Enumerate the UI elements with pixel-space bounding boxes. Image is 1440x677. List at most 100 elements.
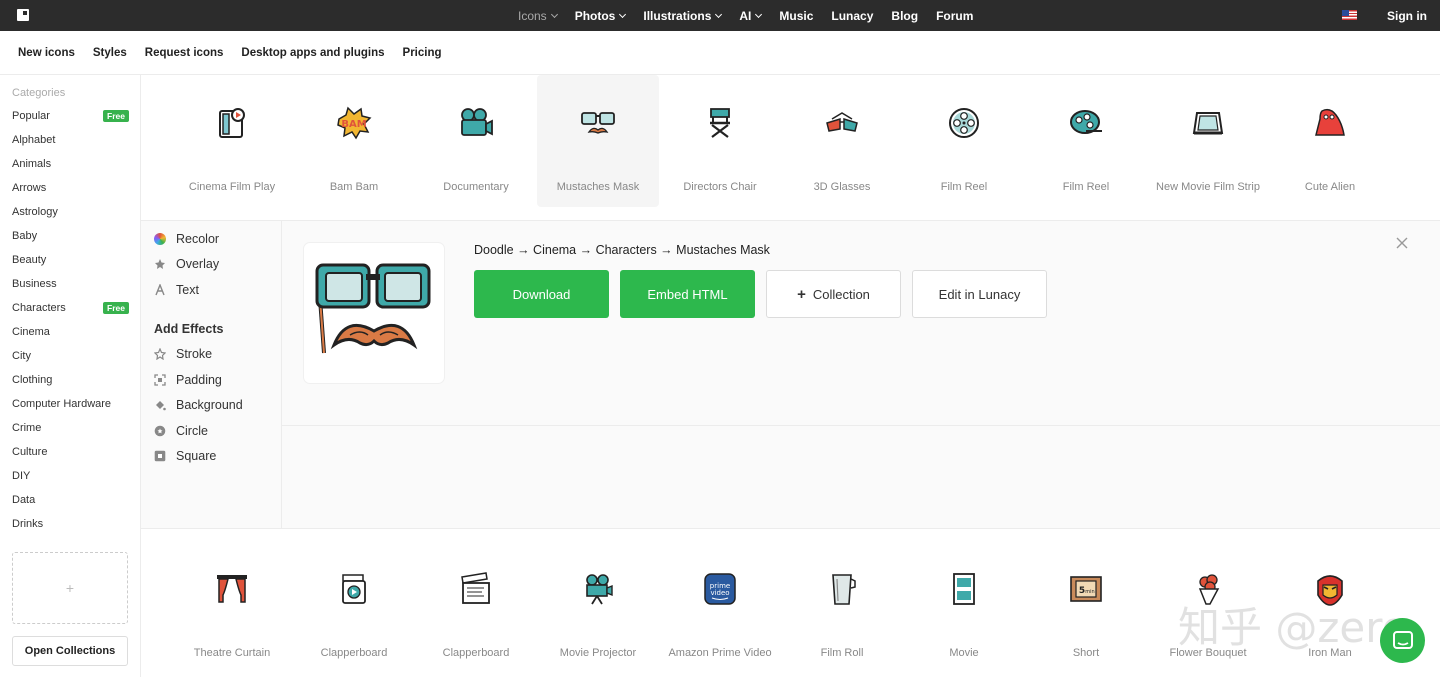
sidebar-item-label: Alphabet [12,134,56,146]
sidebar-item-characters[interactable]: Characters Free [12,302,129,314]
mustache-mask-icon [581,112,615,134]
subnav-request-icons[interactable]: Request icons [145,47,224,59]
sidebar-item-crime[interactable]: Crime [12,422,129,434]
bam-icon: BAM [337,106,372,140]
sidebar-item-computer-hardware[interactable]: Computer Hardware [12,398,129,410]
stroke-effect[interactable]: Stroke [153,347,212,361]
circle-effect[interactable]: Circle [154,424,208,438]
square-effect[interactable]: Square [154,449,216,463]
edit-in-lunacy-button[interactable]: Edit in Lunacy [912,270,1047,318]
color-wheel-icon [154,233,166,245]
recolor-tool[interactable]: Recolor [154,232,219,246]
subnav-desktop-apps[interactable]: Desktop apps and plugins [241,47,384,59]
svg-text:5: 5 [1079,586,1085,596]
sidebar-item-beauty[interactable]: Beauty [12,254,129,266]
text-tool[interactable]: Text [154,283,199,297]
chat-button[interactable] [1380,618,1425,663]
sidebar-item-astrology[interactable]: Astrology [12,206,129,218]
icon-label: 3D Glasses [813,181,871,193]
icon-card[interactable]: Movie [903,541,1025,673]
icon-label: Amazon Prime Video [668,647,772,659]
nav-forum[interactable]: Forum [936,9,973,23]
sidebar-item-baby[interactable]: Baby [12,230,129,242]
icon-label: Short [1072,647,1100,659]
sidebar-item-alphabet[interactable]: Alphabet [12,134,129,146]
subnav-pricing[interactable]: Pricing [403,47,442,59]
nav-ai[interactable]: AI [739,8,763,23]
sidebar-item-data[interactable]: Data [12,494,129,506]
text-icon [154,283,166,296]
sidebar-item-label: Culture [12,446,48,458]
sidebar-item-animals[interactable]: Animals [12,158,129,170]
embed-html-button[interactable]: Embed HTML [620,270,755,318]
us-flag-icon[interactable] [1342,10,1357,20]
icon-card[interactable]: 5 min Short [1025,541,1147,673]
icon-card[interactable]: Movie Projector [537,541,659,673]
sign-in-link[interactable]: Sign in [1387,9,1427,23]
sidebar-item-label: Baby [12,230,38,242]
subnav-styles[interactable]: Styles [93,47,127,59]
sidebar-item-arrows[interactable]: Arrows [12,182,129,194]
add-to-collection-button[interactable]: + Collection [766,270,901,318]
nav-blog[interactable]: Blog [891,9,918,23]
overlay-tool[interactable]: Overlay [154,257,219,271]
chevron-down-icon [715,10,723,18]
free-badge: Free [103,110,129,122]
sidebar-item-label: Cinema [12,326,50,338]
chat-icon [1392,630,1413,649]
icon-card[interactable]: Documentary [415,75,537,207]
nav-photos[interactable]: Photos [575,9,627,23]
icon-card[interactable]: 3D Glasses [781,75,903,207]
icon-card[interactable]: New Movie Film Strip [1147,75,1269,207]
sidebar-item-drinks[interactable]: Drinks [12,518,129,530]
icon-card[interactable]: Theatre Curtain [171,541,293,673]
icon-card[interactable]: Film Reel [1025,75,1147,207]
icon-card[interactable]: Cinema Film Play [171,75,293,207]
free-badge: Free [103,302,129,314]
icon-card-selected[interactable]: Mustaches Mask [537,75,659,207]
sidebar-item-popular[interactable]: Popular Free [12,110,129,122]
icon-label: Cute Alien [1304,181,1356,193]
paint-bucket-icon [154,399,166,411]
sidebar-item-label: Computer Hardware [12,398,112,410]
close-icon[interactable] [1395,236,1409,250]
padding-effect[interactable]: Padding [154,373,222,387]
sidebar-item-business[interactable]: Business [12,278,129,290]
sidebar-item-culture[interactable]: Culture [12,446,129,458]
icon-card[interactable]: Clapperboard [415,541,537,673]
star-outline-icon [153,347,167,361]
background-effect[interactable]: Background [154,398,243,412]
download-button[interactable]: Download [474,270,609,318]
tool-label: Overlay [176,257,220,271]
logo-icon[interactable] [17,9,29,21]
prime-video-icon: primevideo [704,573,736,605]
sidebar-item-cinema[interactable]: Cinema [12,326,129,338]
nav-illustrations[interactable]: Illustrations [643,9,723,23]
icon-card[interactable]: Film Roll [781,541,903,673]
overlay-icon [154,258,166,270]
nav-icons[interactable]: Icons [518,9,558,23]
nav-ai-label: AI [739,8,752,23]
square-icon [154,450,166,462]
icon-label: Film Roll [820,647,864,659]
collection-dropzone[interactable]: + [12,552,128,624]
icon-card[interactable]: Film Reel [903,75,1025,207]
icon-label: Film Reel [940,181,988,193]
icon-card[interactable]: BAM Bam Bam [293,75,415,207]
icon-card[interactable]: Directors Chair [659,75,781,207]
film-reel-2-icon [1070,110,1102,134]
icon-card[interactable]: Clapperboard [293,541,415,673]
icon-card[interactable]: prime video Amazon Prime Video [659,541,781,673]
subnav-new-icons[interactable]: New icons [18,47,75,59]
sidebar-item-city[interactable]: City [12,350,129,362]
film-roll-icon [832,574,856,605]
sidebar-item-diy[interactable]: DIY [12,470,129,482]
breadcrumb[interactable]: Doodle → Cinema → Characters → Mustaches… [474,243,770,257]
nav-lunacy[interactable]: Lunacy [831,9,873,23]
sidebar-item-clothing[interactable]: Clothing [12,374,129,386]
icon-card[interactable]: Cute Alien [1269,75,1391,207]
open-collections-button[interactable]: Open Collections [12,636,128,666]
effect-label: Square [176,449,217,463]
icon-preview [304,243,444,383]
nav-music[interactable]: Music [779,9,813,23]
